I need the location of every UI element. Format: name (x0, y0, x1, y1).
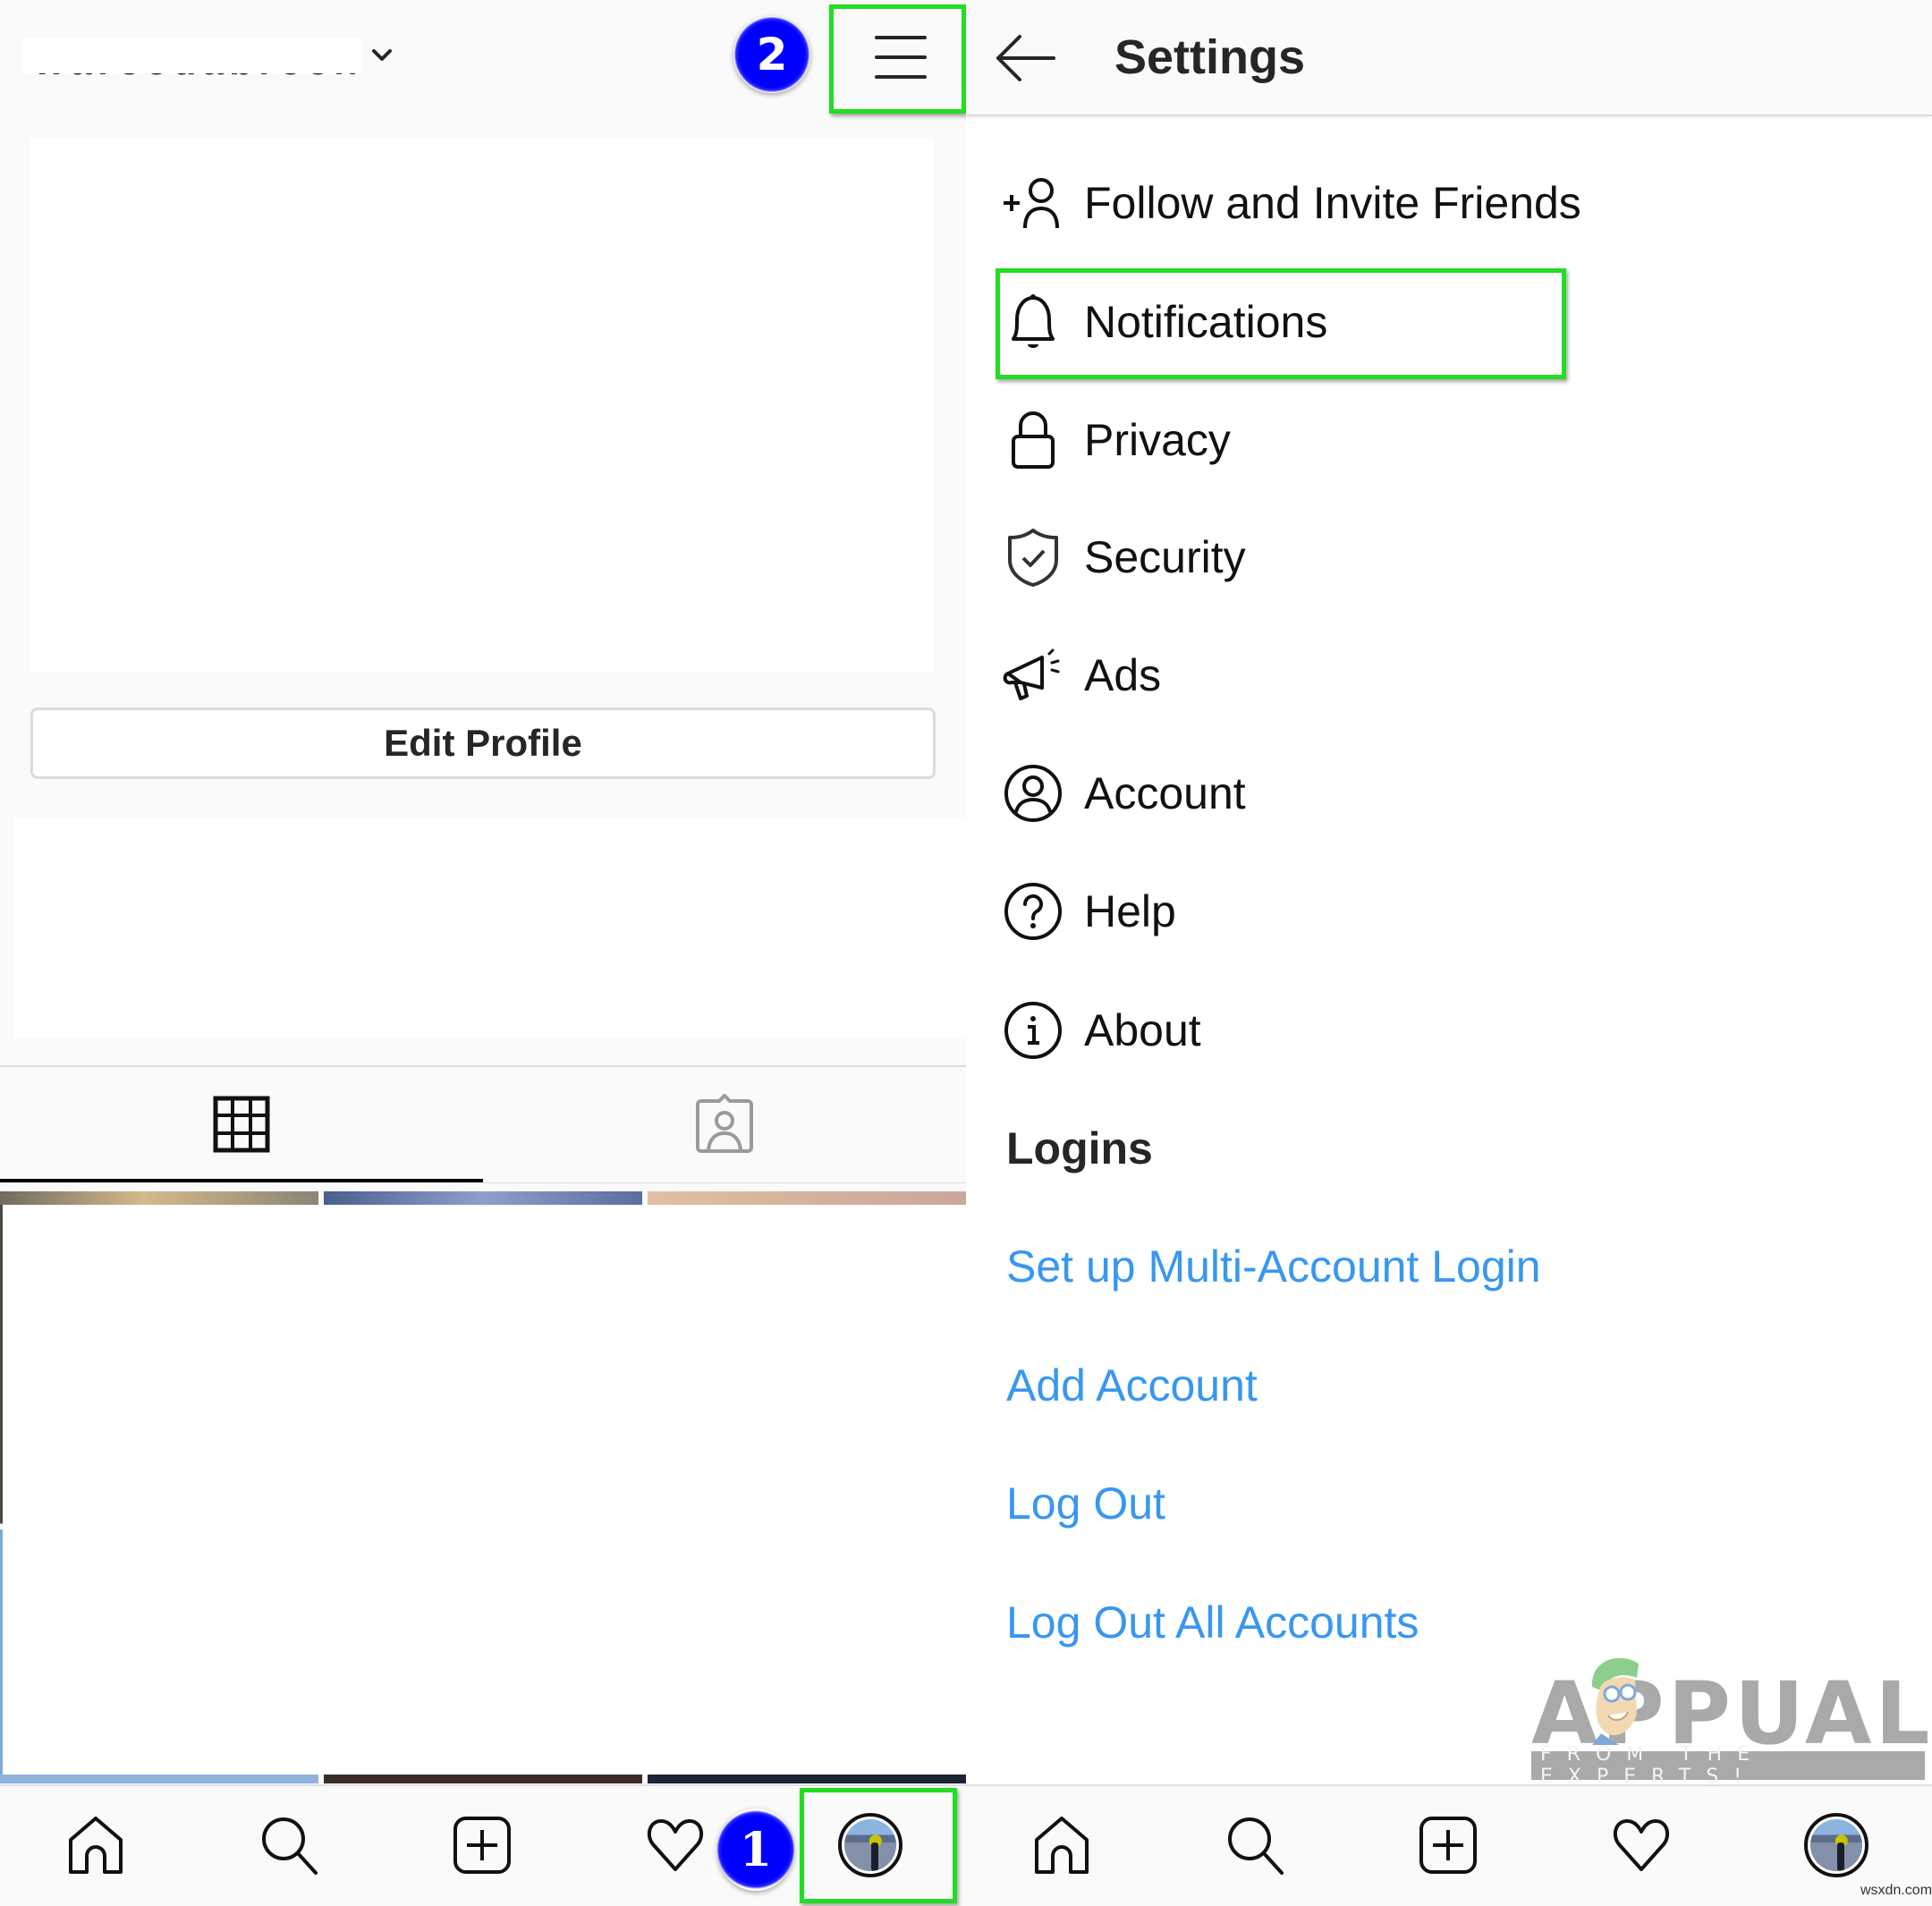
back-arrow-icon[interactable] (995, 34, 1057, 82)
bio-redacted (13, 818, 966, 1038)
tab-grid[interactable] (0, 1067, 483, 1181)
avatar (1804, 1813, 1868, 1877)
nav-home[interactable] (60, 1809, 131, 1881)
posts-grid-redacted (3, 1205, 966, 1775)
menu-item-label: Help (1084, 886, 1176, 936)
post-thumbnail[interactable] (648, 1775, 966, 1783)
nav-new-post[interactable] (1412, 1809, 1484, 1881)
add-post-icon (1419, 1817, 1477, 1874)
nav-profile[interactable] (1801, 1809, 1872, 1881)
menu-item-label: Ads (1084, 650, 1162, 700)
page-title: Settings (1114, 30, 1306, 84)
active-tab-indicator (0, 1179, 483, 1182)
link-multi-account-login[interactable]: Set up Multi-Account Login (1006, 1241, 1541, 1292)
menu-item-help[interactable]: Help (966, 862, 1932, 961)
bottom-nav-right: wsxdn.com (966, 1784, 1932, 1906)
menu-item-about[interactable]: About (966, 981, 1932, 1080)
logo-tagline: FROM THE EXPERTS! (1531, 1743, 1925, 1784)
info-circle-icon (1002, 999, 1064, 1062)
menu-item-account[interactable]: Account (966, 744, 1932, 843)
shield-check-icon (1002, 526, 1064, 589)
account-circle-icon (1002, 762, 1064, 825)
lock-icon (1002, 409, 1064, 471)
megaphone-icon (1002, 644, 1064, 707)
divider (483, 1182, 966, 1183)
menu-item-label: Follow and Invite Friends (1084, 178, 1581, 228)
help-circle-icon (1002, 880, 1064, 943)
tagged-photos-icon (696, 1093, 753, 1153)
home-icon (1035, 1817, 1089, 1874)
highlight-box-notifications (996, 268, 1566, 379)
annotation-badge-step-2: 2 (733, 16, 810, 93)
profile-screen: wareedabreen 2 Edit Profile (0, 0, 966, 1906)
nav-home[interactable] (1026, 1809, 1097, 1881)
nav-new-post[interactable] (446, 1809, 518, 1881)
nav-activity[interactable] (1606, 1809, 1677, 1881)
appuals-watermark-logo: APPUALS FROM THE EXPERTS! (1531, 1646, 1932, 1784)
section-heading-logins: Logins (1006, 1123, 1153, 1173)
username-redacted[interactable] (23, 38, 361, 73)
nav-activity[interactable] (640, 1809, 711, 1881)
tab-tagged[interactable] (483, 1067, 966, 1181)
menu-item-privacy[interactable]: Privacy (966, 391, 1932, 489)
menu-item-ads[interactable]: Ads (966, 626, 1932, 724)
link-log-out[interactable]: Log Out (1006, 1478, 1165, 1529)
link-log-out-all[interactable]: Log Out All Accounts (1006, 1597, 1419, 1648)
search-icon (1228, 1817, 1284, 1875)
grid-icon (213, 1096, 270, 1152)
post-thumbnail[interactable] (0, 1775, 318, 1783)
highlight-box-menu (829, 4, 966, 114)
heart-icon (1613, 1819, 1670, 1871)
mascot-icon (1591, 1657, 1639, 1745)
heart-icon (647, 1819, 704, 1871)
menu-item-label: Privacy (1084, 415, 1231, 465)
menu-item-label: About (1084, 1005, 1201, 1055)
post-thumbnail[interactable] (648, 1191, 966, 1205)
profile-info-redacted (30, 138, 933, 673)
settings-header (966, 0, 1932, 116)
annotation-badge-step-1: 1 (717, 1809, 794, 1891)
link-add-account[interactable]: Add Account (1006, 1360, 1258, 1411)
post-thumbnail[interactable] (0, 1191, 318, 1205)
menu-item-label: Account (1084, 768, 1246, 818)
post-thumbnail[interactable] (324, 1775, 642, 1783)
menu-item-label: Security (1084, 532, 1246, 582)
site-watermark: wsxdn.com (1860, 1883, 1932, 1898)
menu-item-follow-invite[interactable]: Follow and Invite Friends (966, 154, 1932, 252)
post-thumbnail[interactable] (324, 1191, 642, 1205)
search-icon (262, 1817, 318, 1875)
add-post-icon (453, 1817, 511, 1874)
nav-search[interactable] (1220, 1809, 1292, 1881)
menu-item-security[interactable]: Security (966, 508, 1932, 606)
settings-screen: Settings Follow and Invite Friends Notif… (966, 0, 1932, 1784)
home-icon (69, 1817, 123, 1874)
chevron-down-icon[interactable] (370, 47, 394, 64)
highlight-box-profile (800, 1788, 957, 1903)
nav-search[interactable] (254, 1809, 326, 1881)
edit-profile-button[interactable]: Edit Profile (30, 707, 936, 779)
add-person-icon (1002, 172, 1064, 234)
